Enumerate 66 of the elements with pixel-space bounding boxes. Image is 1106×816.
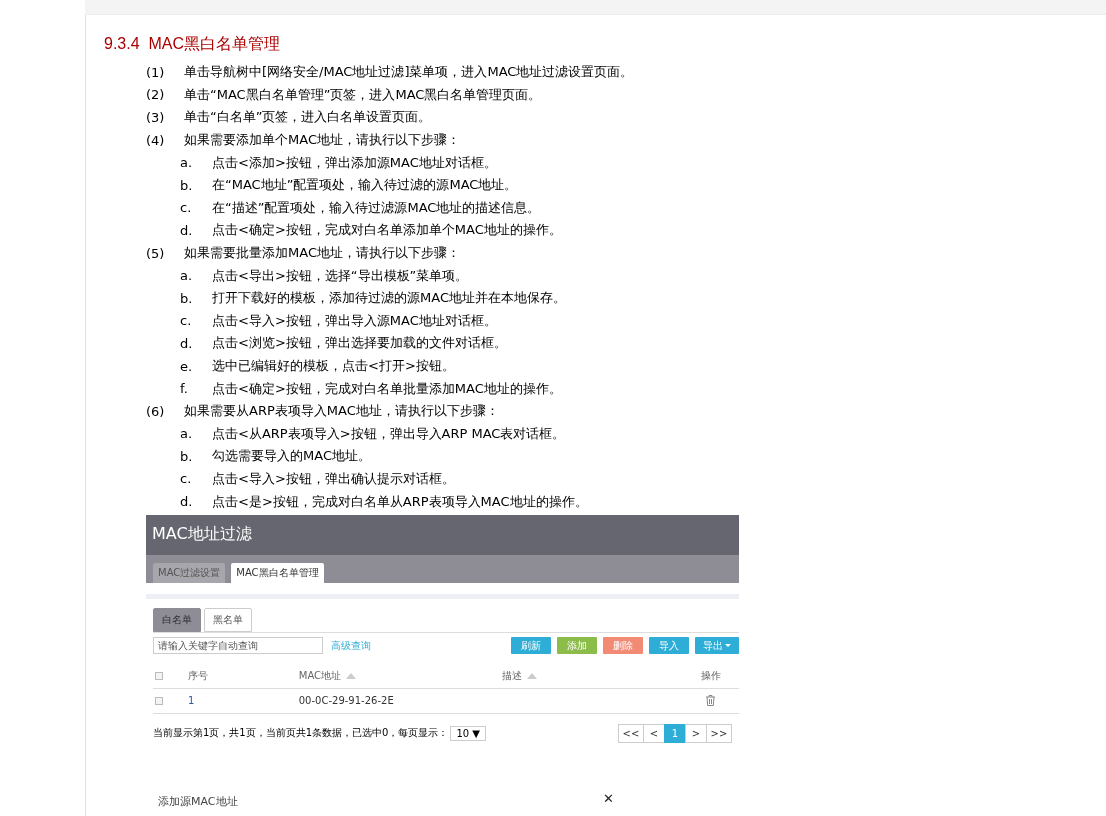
substep-letter: b. xyxy=(180,177,194,193)
substep-text: 点击<是>按钮，完成对白名单从ARP表项导入MAC地址的操作。 xyxy=(212,492,588,511)
column-header[interactable]: 描述 xyxy=(502,668,538,683)
pager-button[interactable]: > xyxy=(685,723,707,743)
substep-text: 点击<确定>按钮，完成对白名单批量添加MAC地址的操作。 xyxy=(212,379,562,398)
substep-letter: f. xyxy=(180,381,189,397)
search-field[interactable]: 请输入关键字自动查询 xyxy=(153,637,323,655)
table-cell: 00-0C-29-91-26-2E xyxy=(298,695,394,707)
step-number: (1) xyxy=(146,64,166,80)
sort-icon[interactable] xyxy=(527,672,538,679)
page-size-select[interactable]: 10 ▼ xyxy=(450,725,487,741)
pager-button[interactable]: < xyxy=(643,723,665,743)
substep-letter: d. xyxy=(180,494,194,510)
step-text: 如果需要批量添加MAC地址，请执行以下步骤： xyxy=(184,244,460,263)
substep-letter: c. xyxy=(180,471,193,487)
step-text: 单击“MAC黑白名单管理”页签，进入MAC黑白名单管理页面。 xyxy=(184,85,542,104)
close-button[interactable]: ✕ xyxy=(603,791,614,807)
tab[interactable]: MAC黑白名单管理 xyxy=(231,562,324,583)
substep-letter: b. xyxy=(180,448,194,464)
step-text: 单击“白名单”页签，进入白名单设置页面。 xyxy=(184,108,432,127)
substep-text: 选中已编辑好的模板，点击<打开>按钮。 xyxy=(212,357,455,375)
dialog-title: 添加源MAC地址 xyxy=(158,794,238,810)
step-number: (6) xyxy=(146,403,166,419)
substep-letter: a. xyxy=(180,426,194,442)
substep-letter: b. xyxy=(180,290,194,306)
substep-letter: e. xyxy=(180,358,194,374)
substep-text: 在“MAC地址”配置项处，输入待过滤的源MAC地址。 xyxy=(212,176,518,195)
tab[interactable]: 黑名单 xyxy=(204,607,252,632)
substep-text: 点击<添加>按钮，弹出添加源MAC地址对话框。 xyxy=(212,153,497,172)
substep-text: 点击<确定>按钮，完成对白名单添加单个MAC地址的操作。 xyxy=(212,221,562,240)
pager-button[interactable]: << xyxy=(618,723,644,743)
substep-letter: c. xyxy=(180,313,193,329)
substep-text: 点击<浏览>按钮，弹出选择要加载的文件对话框。 xyxy=(212,334,507,353)
pager-button[interactable]: >> xyxy=(706,723,732,743)
table-cell: 1 xyxy=(187,695,195,707)
trash-icon[interactable] xyxy=(706,695,716,707)
substep-letter: d. xyxy=(180,335,194,351)
column-header[interactable]: MAC地址 xyxy=(298,668,357,683)
step-number: (2) xyxy=(146,87,166,103)
substep-text: 点击<从ARP表项导入>按钮，弹出导入ARP MAC表对话框。 xyxy=(212,424,566,443)
substep-text: 点击<导入>按钮，弹出导入源MAC地址对话框。 xyxy=(212,311,497,330)
step-text: 如果需要从ARP表项导入MAC地址，请执行以下步骤： xyxy=(184,402,499,421)
step-text: 如果需要添加单个MAC地址，请执行以下步骤： xyxy=(184,131,460,150)
substep-text: 点击<导入>按钮，弹出确认提示对话框。 xyxy=(212,470,455,488)
substep-text: 勾选需要导入的MAC地址。 xyxy=(212,447,371,466)
substep-letter: d. xyxy=(180,222,194,238)
substep-letter: a. xyxy=(180,155,194,171)
substep-letter: a. xyxy=(180,268,194,284)
page-info: 当前显示第1页，共1页，当前页共1条数据，已选中0，每页显示： xyxy=(153,726,449,741)
tab[interactable]: 白名单 xyxy=(153,607,201,632)
substep-text: 点击<导出>按钮，选择“导出模板”菜单项。 xyxy=(212,266,469,285)
sort-icon[interactable] xyxy=(346,672,357,679)
substep-text: 打开下载好的模板，添加待过滤的源MAC地址并在本地保存。 xyxy=(212,289,566,308)
row-checkbox[interactable] xyxy=(155,696,163,705)
substep-letter: c. xyxy=(180,200,193,216)
column-header[interactable]: 操作 xyxy=(700,668,721,683)
tab[interactable]: MAC过滤设置 xyxy=(153,562,226,583)
substep-text: 在“描述”配置项处，输入待过滤源MAC地址的描述信息。 xyxy=(212,198,541,217)
step-number: (5) xyxy=(146,245,166,261)
step-number: (3) xyxy=(146,110,166,125)
column-header[interactable]: 序号 xyxy=(187,668,208,683)
step-text: 单击导航树中[网络安全/MAC地址过滤]菜单项，进入MAC地址过滤设置页面。 xyxy=(184,63,634,82)
step-number: (4) xyxy=(146,132,166,148)
select-all-checkbox[interactable] xyxy=(155,671,163,680)
section-heading: 9.3.4 MAC黑白名单管理 xyxy=(104,34,282,54)
app-title: MAC地址过滤 xyxy=(152,524,252,546)
